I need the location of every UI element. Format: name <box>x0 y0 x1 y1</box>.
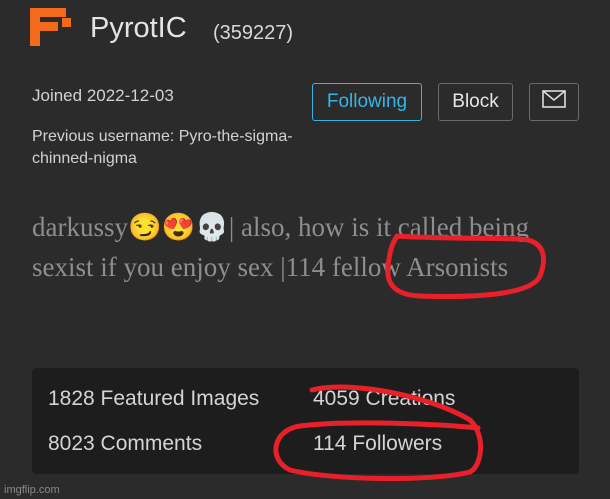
message-button[interactable] <box>529 83 579 121</box>
stat-creations[interactable]: 4059 Creations <box>313 387 455 411</box>
site-logo[interactable] <box>30 8 74 48</box>
block-button[interactable]: Block <box>438 83 513 121</box>
watermark: imgflip.com <box>4 484 60 496</box>
previous-username: Previous username: Pyro-the-sigma-chinne… <box>32 128 293 167</box>
stats-panel: 1828 Featured Images 4059 Creations 8023… <box>32 368 579 474</box>
user-id: (359227) <box>213 22 294 44</box>
stat-featured-images[interactable]: 1828 Featured Images <box>48 387 259 411</box>
joined-date: Joined 2022-12-03 <box>32 86 174 105</box>
following-button[interactable]: Following <box>312 83 422 121</box>
envelope-icon <box>542 90 566 114</box>
profile-bio: darkussy😏😍💀| also, how is it called bein… <box>32 212 529 282</box>
stat-comments[interactable]: 8023 Comments <box>48 432 202 456</box>
username: PyrotIC <box>90 12 187 44</box>
stat-followers[interactable]: 114 Followers <box>313 432 442 456</box>
